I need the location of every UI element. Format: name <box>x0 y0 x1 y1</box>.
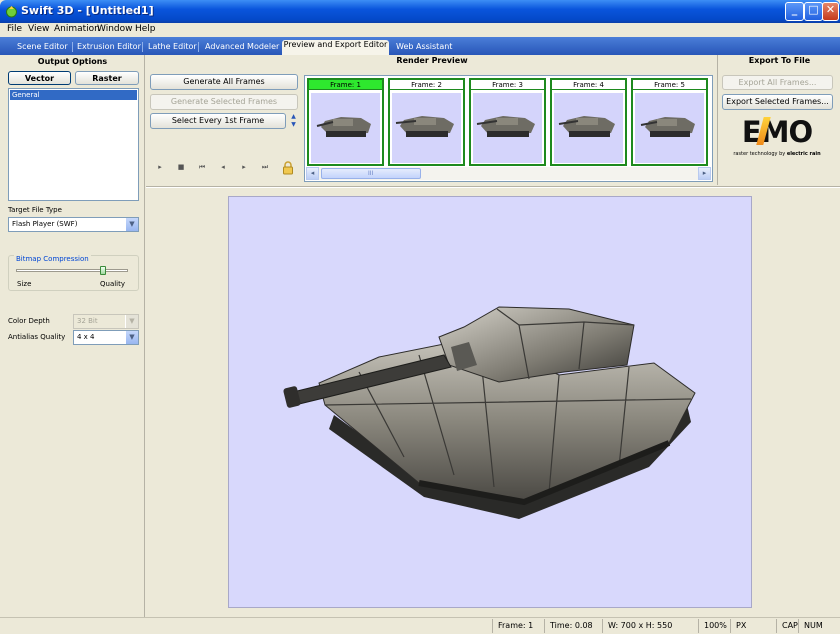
menu-view[interactable]: View <box>28 24 49 34</box>
frame-image <box>635 93 704 163</box>
tab-extrusion-editor[interactable]: Extrusion Editor <box>77 40 141 54</box>
select-every-frame-button[interactable]: Select Every 1st Frame <box>150 113 286 129</box>
slider-quality-label: Quality <box>100 280 126 288</box>
chevron-down-icon[interactable]: ▼ <box>125 218 138 231</box>
frame-label: Frame: 1 <box>309 80 382 90</box>
app-icon <box>6 6 17 18</box>
next-frame-icon[interactable]: ▸ <box>238 163 250 171</box>
frame-strip-scrollbar[interactable]: ◂ III ▸ <box>306 167 711 180</box>
minimize-button[interactable]: _ <box>785 2 804 21</box>
status-unit: PX <box>730 619 776 633</box>
spin-down-icon[interactable]: ▼ <box>289 121 298 129</box>
panel-divider <box>717 55 718 185</box>
logo-caption: raster technology by electric rain <box>733 151 821 157</box>
close-button[interactable]: ✕ <box>822 2 839 21</box>
menu-help[interactable]: Help <box>135 24 156 34</box>
scroll-right-icon[interactable]: ▸ <box>698 167 711 180</box>
status-frame: Frame: 1 <box>492 619 544 633</box>
frame-thumbnail[interactable]: Frame: 3 <box>469 78 546 166</box>
export-title: Export To File <box>748 56 811 65</box>
frame-thumbnail[interactable]: Frame: 1 <box>307 78 384 166</box>
status-zoom: 100% <box>698 619 730 633</box>
frame-image <box>392 93 461 163</box>
frame-thumbnail[interactable]: Frame: 4 <box>550 78 627 166</box>
tab-advanced-modeler[interactable]: Advanced Modeler <box>205 40 279 54</box>
frame-image <box>554 93 623 163</box>
menu-animation[interactable]: Animation <box>54 24 100 34</box>
target-file-type-select[interactable]: Flash Player (SWF) ▼ <box>8 217 139 232</box>
target-file-type-label: Target File Type <box>8 206 62 214</box>
spin-up-icon[interactable]: ▲ <box>289 113 298 121</box>
status-time: Time: 0.08 <box>544 619 602 633</box>
generate-all-frames-button[interactable]: Generate All Frames <box>150 74 298 90</box>
emo-logo: EMO raster technology by electric rain <box>730 115 824 163</box>
frame-image <box>311 93 380 163</box>
frame-image <box>473 93 542 163</box>
output-options-title: Output Options <box>37 57 108 66</box>
target-file-type-value: Flash Player (SWF) <box>12 220 78 228</box>
frame-thumbnail[interactable]: Frame: 2 <box>388 78 465 166</box>
tab-preview-and-export-editor[interactable]: Preview and Export Editor <box>282 40 389 55</box>
window-title: Swift 3D - [Untitled1] <box>21 4 154 17</box>
bitmap-compression-label: Bitmap Compression <box>14 255 91 263</box>
stop-icon[interactable]: ■ <box>175 163 187 171</box>
export-selected-frames-button[interactable]: Export Selected Frames... <box>722 94 833 110</box>
tab-separator <box>198 42 199 52</box>
frame-label: Frame: 5 <box>633 80 706 90</box>
status-num: NUM <box>798 619 826 633</box>
menu-window[interactable]: Window <box>97 24 133 34</box>
frame-label: Frame: 4 <box>552 80 625 90</box>
slider-size-label: Size <box>17 280 32 288</box>
color-depth-value: 32 Bit <box>77 317 98 325</box>
status-size: W: 700 x H: 550 <box>602 619 698 633</box>
logo-text: EMO <box>741 115 813 149</box>
color-depth-select: 32 Bit ▼ <box>73 314 139 329</box>
chevron-down-icon[interactable]: ▼ <box>125 331 138 344</box>
tab-scene-editor[interactable]: Scene Editor <box>17 40 68 54</box>
frame-thumbnail[interactable]: Frame: 5 <box>631 78 708 166</box>
previous-frame-icon[interactable]: ◂ <box>217 163 229 171</box>
maximize-button[interactable]: □ <box>804 2 823 21</box>
render-preview-title: Render Preview <box>396 56 468 65</box>
close-icon: ✕ <box>825 3 836 16</box>
antialias-quality-value: 4 x 4 <box>77 333 95 341</box>
scroll-grip: III <box>368 170 374 177</box>
vector-button[interactable]: Vector <box>8 71 71 85</box>
color-depth-label: Color Depth <box>8 317 50 325</box>
frame-label: Frame: 3 <box>471 80 544 90</box>
last-frame-icon[interactable]: ⏭ <box>259 163 271 172</box>
preview-stage[interactable] <box>228 196 752 608</box>
minimize-icon: _ <box>791 3 798 16</box>
menu-file[interactable]: File <box>7 24 22 34</box>
antialias-quality-select[interactable]: 4 x 4 ▼ <box>73 330 139 345</box>
antialias-quality-label: Antialias Quality <box>8 333 66 341</box>
chevron-down-icon: ▼ <box>125 315 138 328</box>
compression-slider-thumb[interactable] <box>100 266 106 275</box>
lock-icon[interactable] <box>282 161 294 175</box>
scroll-thumb[interactable]: III <box>321 168 421 179</box>
status-caps: CAP <box>776 619 798 633</box>
tab-separator <box>142 42 143 52</box>
frame-strip[interactable]: Frame: 1 Frame: 2 Frame: 3 Frame: 4 Fram… <box>304 75 713 182</box>
tab-separator <box>72 42 73 52</box>
scroll-left-icon[interactable]: ◂ <box>306 167 319 180</box>
options-list[interactable]: General <box>8 88 139 201</box>
tab-web-assistant[interactable]: Web Assistant <box>396 40 452 54</box>
generate-selected-frames-button: Generate Selected Frames <box>150 94 298 110</box>
list-item-general[interactable]: General <box>10 90 137 100</box>
compression-slider-track[interactable] <box>16 269 128 272</box>
tab-lathe-editor[interactable]: Lathe Editor <box>148 40 197 54</box>
tank-render <box>283 306 696 519</box>
play-icon[interactable]: ▸ <box>154 163 166 171</box>
toolbar-divider <box>146 186 840 188</box>
raster-button[interactable]: Raster <box>75 71 139 85</box>
first-frame-icon[interactable]: ⏮ <box>196 163 208 172</box>
export-all-frames-button: Export All Frames... <box>722 75 833 90</box>
frame-label: Frame: 2 <box>390 80 463 90</box>
maximize-icon: □ <box>808 3 819 16</box>
